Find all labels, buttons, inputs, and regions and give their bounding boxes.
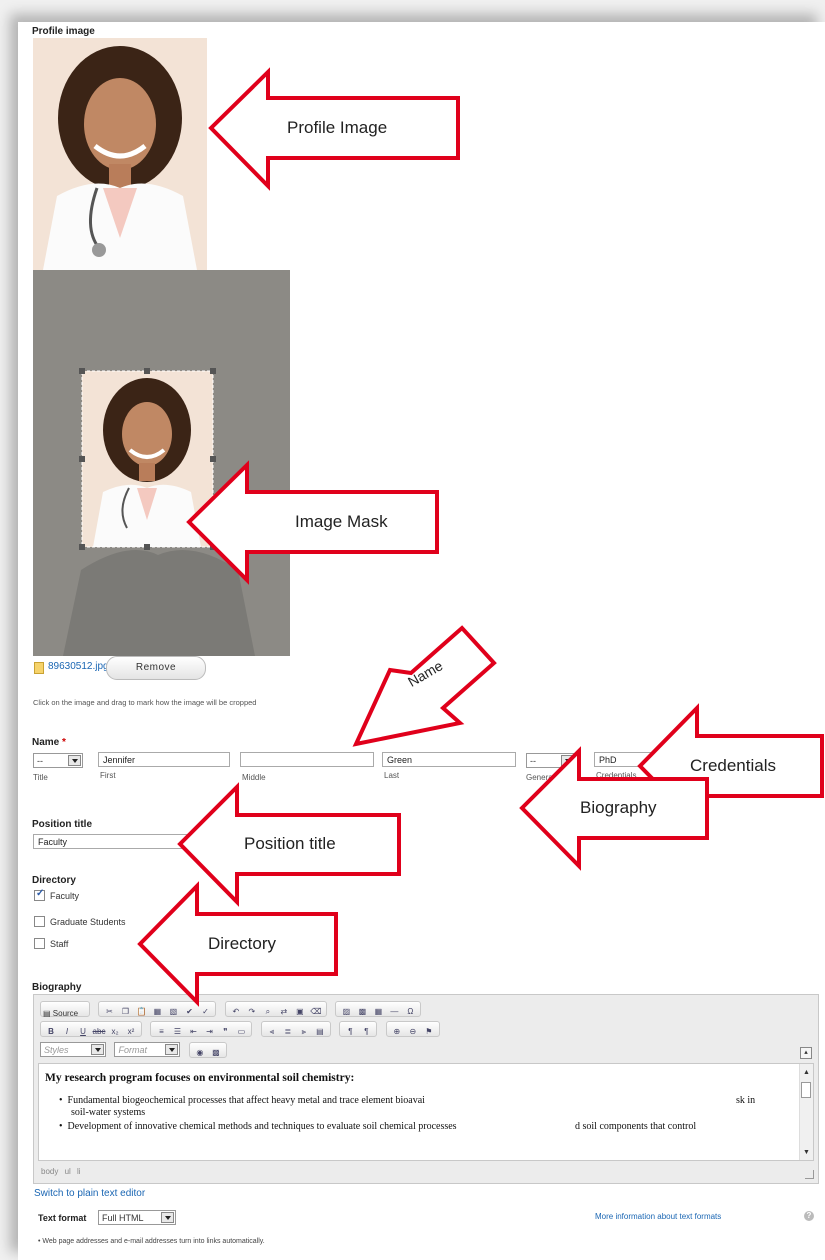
directory-callout-text: Directory <box>208 934 277 953</box>
credentials-callout-text: Credentials <box>690 756 776 775</box>
position-title-callout-text: Position title <box>244 834 336 853</box>
callout-overlay <box>137 67 824 1007</box>
image-mask-callout-text: Image Mask <box>295 512 388 531</box>
biography-callout-text: Biography <box>580 798 657 817</box>
name-callout-arrow <box>352 625 497 747</box>
profile-image-callout-text: Profile Image <box>287 118 388 137</box>
